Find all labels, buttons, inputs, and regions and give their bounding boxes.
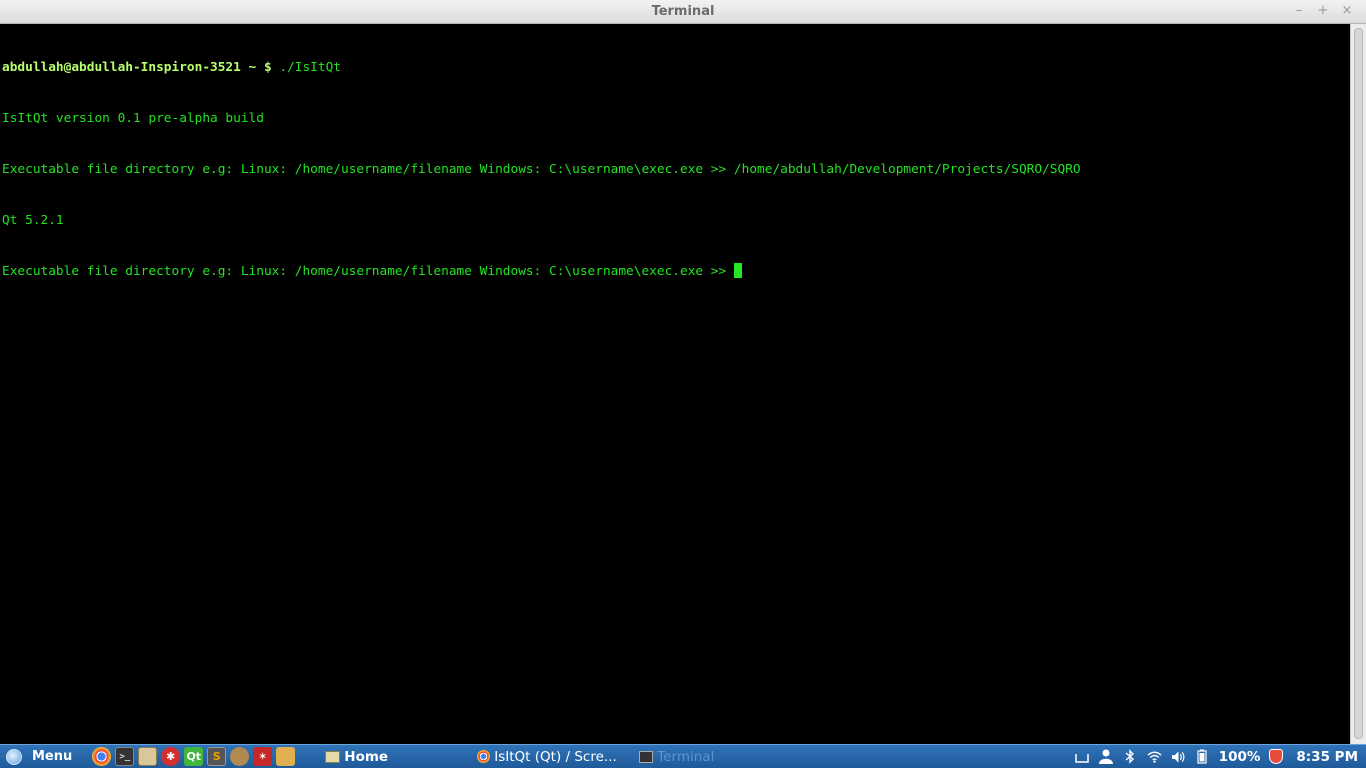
menu-label: Menu xyxy=(32,749,73,764)
window-title: Terminal xyxy=(651,4,715,19)
terminal-line: Executable file directory e.g: Linux: /h… xyxy=(2,162,1081,177)
task-chrome-window[interactable]: IsItQt (Qt) / Scre... xyxy=(471,746,633,768)
terminal-command-line: abdullah@abdullah-Inspiron-3521 ~ $ ./Is… xyxy=(2,59,1348,76)
terminal-line: Executable file directory e.g: Linux: /h… xyxy=(2,264,734,279)
terminal-input-line: Executable file directory e.g: Linux: /h… xyxy=(2,263,1348,280)
task-label: Home xyxy=(344,748,389,765)
taskbar: Menu >_ ✱ Qt S ✶ Home IsItQt (Qt) / Scre… xyxy=(0,744,1366,768)
close-button[interactable]: × xyxy=(1338,2,1356,20)
window-controls: – + × xyxy=(1290,2,1356,20)
terminal-icon xyxy=(639,750,654,763)
user-icon[interactable] xyxy=(1099,749,1114,764)
chrome-icon xyxy=(477,750,491,763)
minimize-button[interactable]: – xyxy=(1290,2,1308,20)
maximize-button[interactable]: + xyxy=(1314,2,1332,20)
bug-icon[interactable]: ✱ xyxy=(161,747,181,766)
text-cursor xyxy=(733,263,742,278)
task-home[interactable]: Home xyxy=(319,746,471,768)
mint-logo-icon xyxy=(6,748,22,765)
show-desktop-icon[interactable] xyxy=(1075,749,1090,764)
chrome-icon[interactable] xyxy=(92,747,112,766)
clock[interactable]: 8:35 PM xyxy=(1296,749,1358,765)
quick-launch: >_ ✱ Qt S ✶ xyxy=(92,747,296,766)
battery-icon[interactable] xyxy=(1195,749,1210,764)
task-label: IsItQt (Qt) / Scre... xyxy=(494,748,617,765)
menu-button[interactable]: Menu xyxy=(0,746,78,768)
sublime-icon[interactable]: S xyxy=(207,747,227,766)
terminal-scrollbar[interactable] xyxy=(1350,24,1366,744)
window-titlebar[interactable]: Terminal – + × xyxy=(0,0,1366,24)
bluetooth-icon[interactable] xyxy=(1123,749,1138,764)
shell-command: ./IsItQt xyxy=(271,60,341,75)
scrollbar-thumb[interactable] xyxy=(1354,28,1363,739)
shell-prompt: abdullah@abdullah-Inspiron-3521 ~ $ xyxy=(2,60,272,75)
terminal-output[interactable]: abdullah@abdullah-Inspiron-3521 ~ $ ./Is… xyxy=(0,24,1350,744)
system-tray: 100% 8:35 PM xyxy=(1075,749,1366,765)
terminal-icon[interactable]: >_ xyxy=(115,747,135,766)
task-label: Terminal xyxy=(657,748,715,765)
red-app-icon[interactable]: ✶ xyxy=(253,747,273,766)
wifi-icon[interactable] xyxy=(1147,749,1162,764)
terminal-line: IsItQt version 0.1 pre-alpha build xyxy=(2,111,264,126)
files-icon[interactable] xyxy=(138,747,158,766)
qt-creator-icon[interactable]: Qt xyxy=(184,747,204,766)
yellow-app-icon[interactable] xyxy=(276,747,296,766)
terminal-line: Qt 5.2.1 xyxy=(2,213,64,228)
task-terminal[interactable]: Terminal xyxy=(633,746,735,768)
update-shield-icon[interactable] xyxy=(1269,749,1284,764)
gimp-icon[interactable] xyxy=(230,747,250,766)
volume-icon[interactable] xyxy=(1171,749,1186,764)
battery-percentage: 100% xyxy=(1218,748,1261,765)
folder-icon xyxy=(325,750,341,763)
